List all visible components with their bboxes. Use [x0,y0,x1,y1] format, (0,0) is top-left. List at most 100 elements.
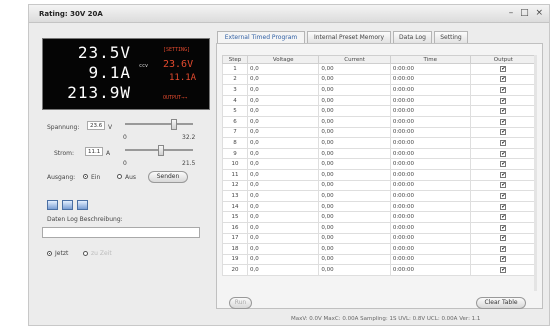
output-checkbox[interactable]: ✔ [500,171,507,178]
output-checkbox[interactable]: ✔ [500,182,507,189]
voltage-cell[interactable]: 0,0 [246,126,320,139]
current-cell[interactable]: 0,00 [318,179,391,192]
time-cell[interactable]: 0:00:00 [389,94,471,107]
output-checkbox[interactable]: ✔ [500,139,507,146]
table-row[interactable]: 16 0,0 0,00 0:00:00 ✔ [222,221,538,234]
table-row[interactable]: 2 0,0 0,00 0:00:00 ✔ [222,73,538,86]
time-cell[interactable]: 0:00:00 [389,243,471,255]
current-cell[interactable]: 0,00 [318,211,391,223]
current-cell[interactable]: 0,00 [318,73,391,86]
voltage-cell[interactable]: 0,0 [246,158,320,170]
table-row[interactable]: 11 0,0 0,00 0:00:00 ✔ [222,168,538,181]
time-cell[interactable]: 0:00:00 [389,105,471,117]
voltage-cell[interactable]: 0,0 [246,63,320,75]
voltage-cell[interactable]: 0,0 [246,253,320,266]
time-cell[interactable]: 0:00:00 [389,158,471,170]
voltage-cell[interactable]: 0,0 [246,200,320,213]
table-row[interactable]: 5 0,0 0,00 0:00:00 ✔ [222,105,538,117]
current-cell[interactable]: 0,00 [318,147,391,160]
output-checkbox[interactable]: ✔ [500,150,507,157]
table-row[interactable]: 20 0,0 0,00 0:00:00 ✔ [222,264,538,276]
current-slider[interactable] [125,145,193,156]
step-cell[interactable]: 10 [222,158,248,170]
step-cell[interactable]: 4 [222,94,248,107]
minimize-icon[interactable]: – [509,8,514,18]
output-checkbox[interactable]: ✔ [500,235,507,242]
current-cell[interactable]: 0,00 [318,137,391,149]
current-cell[interactable]: 0,00 [318,221,391,234]
current-cell[interactable]: 0,00 [318,115,391,128]
output-checkbox[interactable]: ✔ [500,245,507,252]
voltage-cell[interactable]: 0,0 [246,232,320,245]
table-row[interactable]: 14 0,0 0,00 0:00:00 ✔ [222,200,538,213]
tab-data-log[interactable]: Data Log [393,31,432,43]
time-cell[interactable]: 0:00:00 [389,200,471,213]
output-checkbox[interactable]: ✔ [500,214,507,221]
current-cell[interactable]: 0,00 [318,253,391,266]
current-slider-thumb[interactable] [158,145,164,156]
scheduled-radio[interactable] [83,251,88,256]
output-checkbox[interactable]: ✔ [500,129,507,136]
current-cell[interactable]: 0,00 [318,126,391,139]
output-checkbox[interactable]: ✔ [500,76,507,83]
voltage-slider[interactable] [125,119,193,130]
voltage-input[interactable]: 23.6 [87,121,105,130]
time-cell[interactable]: 0:00:00 [389,264,471,276]
log-description-input[interactable] [42,227,200,238]
time-cell[interactable]: 0:00:00 [389,126,471,139]
time-cell[interactable]: 0:00:00 [389,190,471,202]
step-cell[interactable]: 3 [222,84,248,96]
table-row[interactable]: 10 0,0 0,00 0:00:00 ✔ [222,158,538,170]
table-row[interactable]: 6 0,0 0,00 0:00:00 ✔ [222,115,538,128]
time-cell[interactable]: 0:00:00 [389,168,471,181]
current-cell[interactable]: 0,00 [318,264,391,276]
table-row[interactable]: 12 0,0 0,00 0:00:00 ✔ [222,179,538,192]
step-cell[interactable]: 18 [222,243,248,255]
step-cell[interactable]: 6 [222,115,248,128]
step-cell[interactable]: 12 [222,179,248,192]
tab-setting[interactable]: Setting [434,31,468,43]
voltage-cell[interactable]: 0,0 [246,73,320,86]
voltage-cell[interactable]: 0,0 [246,168,320,181]
output-checkbox[interactable]: ✔ [500,118,507,125]
output-off-radio[interactable] [117,174,122,179]
step-cell[interactable]: 1 [222,63,248,75]
table-row[interactable]: 1 0,0 0,00 0:00:00 ✔ [222,63,538,75]
step-cell[interactable]: 19 [222,253,248,266]
step-cell[interactable]: 9 [222,147,248,160]
current-cell[interactable]: 0,00 [318,94,391,107]
current-cell[interactable]: 0,00 [318,158,391,170]
output-checkbox[interactable]: ✔ [500,267,507,274]
step-cell[interactable]: 7 [222,126,248,139]
voltage-cell[interactable]: 0,0 [246,243,320,255]
step-cell[interactable]: 14 [222,200,248,213]
table-row[interactable]: 8 0,0 0,00 0:00:00 ✔ [222,137,538,149]
current-cell[interactable]: 0,00 [318,105,391,117]
send-button[interactable]: Senden [148,171,188,183]
step-cell[interactable]: 16 [222,221,248,234]
output-checkbox[interactable]: ✔ [500,86,507,93]
table-row[interactable]: 7 0,0 0,00 0:00:00 ✔ [222,126,538,139]
voltage-cell[interactable]: 0,0 [246,221,320,234]
time-cell[interactable]: 0:00:00 [389,73,471,86]
current-input[interactable]: 11.1 [85,147,103,156]
save-icon[interactable] [47,200,58,210]
voltage-cell[interactable]: 0,0 [246,94,320,107]
time-cell[interactable]: 0:00:00 [389,115,471,128]
step-cell[interactable]: 20 [222,264,248,276]
time-cell[interactable]: 0:00:00 [389,84,471,96]
step-cell[interactable]: 2 [222,73,248,86]
step-cell[interactable]: 17 [222,232,248,245]
table-row[interactable]: 17 0,0 0,00 0:00:00 ✔ [222,232,538,245]
table-row[interactable]: 18 0,0 0,00 0:00:00 ✔ [222,243,538,255]
run-button[interactable]: Run [229,297,252,309]
voltage-cell[interactable]: 0,0 [246,264,320,276]
step-cell[interactable]: 13 [222,190,248,202]
maximize-icon[interactable]: □ [520,8,529,18]
output-checkbox[interactable]: ✔ [500,108,507,115]
open-folder-icon[interactable] [62,200,73,210]
time-cell[interactable]: 0:00:00 [389,63,471,75]
time-cell[interactable]: 0:00:00 [389,137,471,149]
time-cell[interactable]: 0:00:00 [389,221,471,234]
table-row[interactable]: 9 0,0 0,00 0:00:00 ✔ [222,147,538,160]
